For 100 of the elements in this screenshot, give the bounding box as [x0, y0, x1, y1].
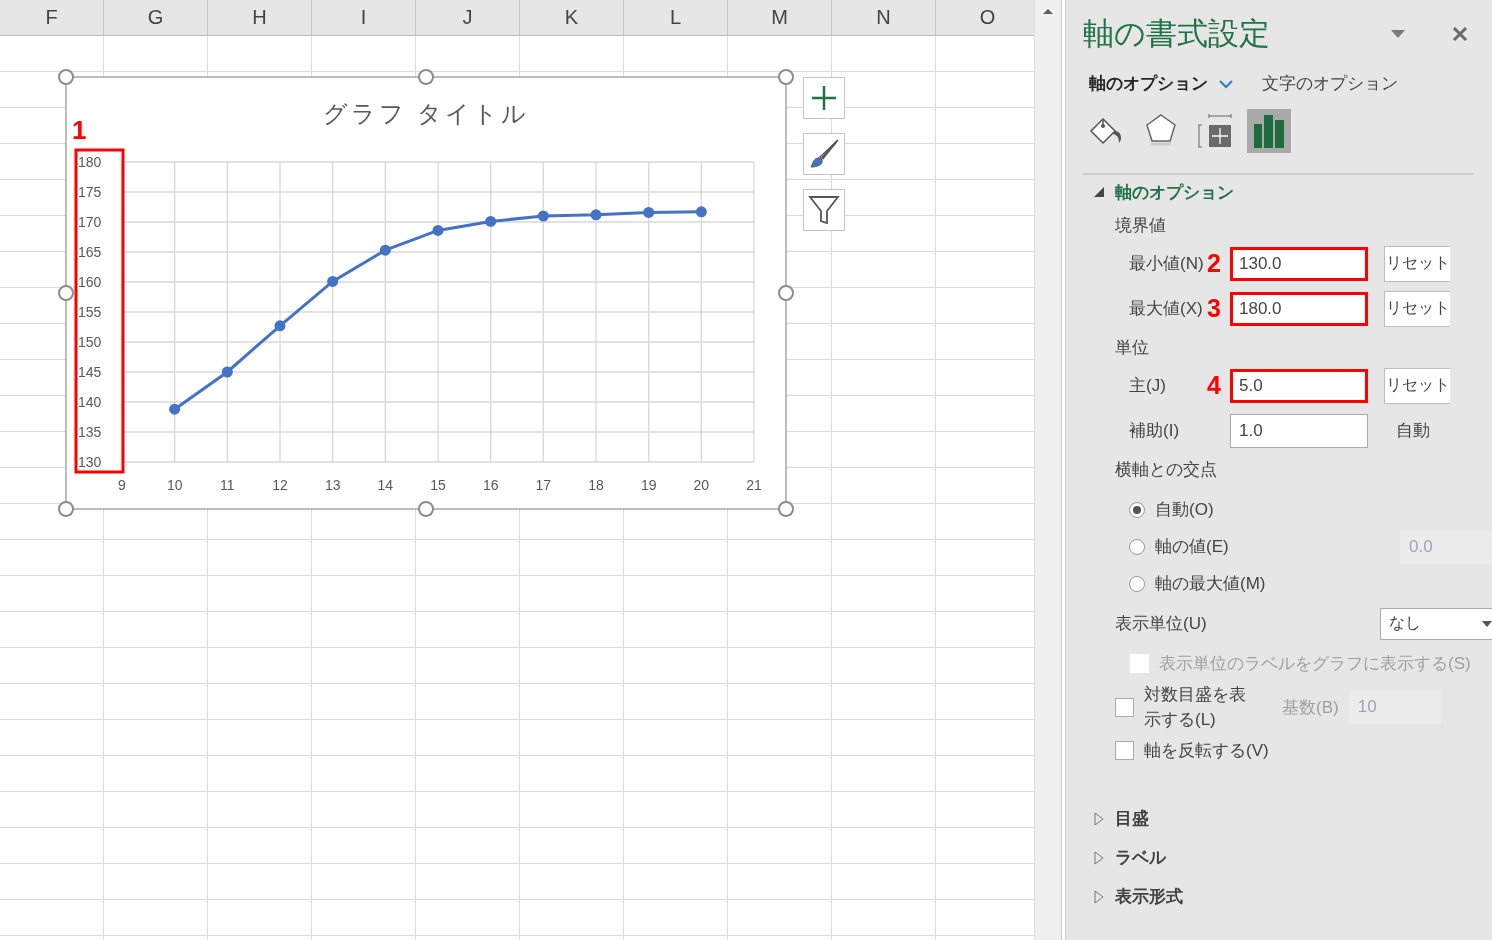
resize-handle[interactable]	[778, 501, 794, 517]
column-header[interactable]: K	[520, 0, 624, 35]
y-axis-label: 155	[78, 304, 102, 320]
column-header[interactable]: F	[0, 0, 104, 35]
pane-title: 軸の書式設定	[1083, 15, 1271, 53]
column-header[interactable]: G	[104, 0, 208, 35]
x-axis-label: 14	[377, 477, 394, 493]
resize-handle[interactable]	[58, 285, 74, 301]
scroll-up-icon[interactable]	[1041, 6, 1055, 16]
x-axis-label: 13	[324, 477, 341, 493]
y-axis-label: 180	[78, 154, 102, 170]
x-axis-label: 21	[746, 477, 762, 493]
radio-label[interactable]: 軸の最大値(M)	[1155, 572, 1492, 595]
display-unit-dropdown[interactable]: なし	[1380, 607, 1492, 640]
checkbox-label[interactable]: 対数目盛を表示する(L)	[1144, 682, 1256, 732]
annotation-number: 3	[1207, 294, 1221, 322]
options-tab[interactable]: 軸のオプション	[1089, 72, 1208, 95]
plus-icon	[810, 84, 838, 112]
y-axis-label: 175	[78, 184, 102, 200]
annotation-number: 1	[72, 115, 87, 145]
data-point	[643, 206, 655, 218]
x-axis-label: 20	[693, 477, 710, 493]
resize-handle[interactable]	[58, 69, 74, 85]
data-point	[221, 366, 233, 378]
column-header[interactable]: H	[208, 0, 312, 35]
y-axis-label: 145	[78, 364, 102, 380]
x-axis-label: 19	[640, 477, 657, 493]
y-axis-label: 130	[78, 454, 102, 470]
x-axis-label: 10	[166, 477, 183, 493]
number-field[interactable]: 180.0	[1230, 291, 1368, 326]
annotation-number: 4	[1207, 371, 1221, 399]
x-axis-label: 12	[272, 477, 288, 493]
collapsed-triangle-icon[interactable]	[1093, 850, 1105, 865]
column-header[interactable]: N	[832, 0, 936, 35]
x-axis-label: 11	[220, 477, 235, 493]
group-label: 単位	[1115, 337, 1150, 359]
checkbox[interactable]	[1115, 741, 1134, 760]
vertical-scrollbar[interactable]	[1034, 0, 1062, 940]
close-icon[interactable]	[1452, 26, 1468, 42]
resize-handle[interactable]	[58, 501, 74, 517]
size-properties-icon	[1198, 114, 1232, 148]
chevron-down-icon[interactable]	[1218, 78, 1234, 89]
reset-button[interactable]: リセット	[1384, 290, 1450, 327]
y-axis-label: 150	[78, 334, 102, 350]
dropdown-value: なし	[1389, 613, 1421, 633]
radio-button[interactable]	[1129, 501, 1145, 518]
number-field[interactable]: 5.0	[1230, 368, 1368, 403]
column-header[interactable]: L	[624, 0, 728, 35]
data-point	[379, 244, 391, 256]
radio-button[interactable]	[1129, 575, 1145, 592]
collapsed-triangle-icon[interactable]	[1093, 811, 1105, 826]
field-label: 主(J)	[1129, 375, 1167, 397]
data-point	[485, 215, 497, 227]
column-header[interactable]: J	[416, 0, 520, 35]
collapsed-triangle-icon[interactable]	[1093, 889, 1105, 904]
data-point	[274, 320, 286, 332]
chart-elements-button[interactable]	[803, 77, 845, 119]
chart-filters-button[interactable]	[803, 189, 845, 231]
checkbox[interactable]	[1115, 697, 1134, 717]
number-field[interactable]: 1.0	[1230, 413, 1368, 448]
checkbox-label[interactable]: 軸を反転する(V)	[1144, 739, 1269, 762]
field-label: 補助(I)	[1129, 420, 1181, 442]
expanded-triangle-icon[interactable]	[1093, 186, 1105, 198]
data-point	[695, 206, 707, 218]
auto-label: 自動	[1396, 420, 1430, 442]
section-title[interactable]: 軸のオプション	[1115, 180, 1234, 204]
options-tab[interactable]: 文字のオプション	[1262, 72, 1398, 95]
data-point	[432, 224, 444, 236]
section-title[interactable]: 目盛	[1115, 807, 1149, 830]
y-axis-label: 135	[78, 424, 102, 440]
chart[interactable]: グラフ タイトル 130 135 140 145 150 155 160 165 170 175 180 9 10 11 12 13 14 15 16 17 18 19 20 21 1	[56, 67, 796, 517]
field-label: 最小値(N)	[1129, 253, 1205, 275]
group-label: 横軸との交点	[1115, 459, 1218, 481]
bar-chart-icon	[1253, 114, 1285, 148]
group-label: 境界値	[1115, 215, 1167, 237]
radio-button[interactable]	[1129, 538, 1145, 555]
chart-styles-button[interactable]	[803, 133, 845, 175]
section-title[interactable]: 表示形式	[1115, 885, 1183, 908]
annotation-number: 2	[1207, 249, 1221, 277]
column-header[interactable]: M	[728, 0, 832, 35]
resize-handle[interactable]	[418, 69, 434, 85]
x-axis-label: 9	[118, 477, 126, 493]
resize-handle[interactable]	[418, 501, 434, 517]
dropdown-icon[interactable]	[1390, 29, 1406, 39]
x-axis-label: 17	[535, 477, 552, 493]
number-field[interactable]: 130.0	[1230, 246, 1368, 281]
resize-handle[interactable]	[778, 285, 794, 301]
column-header[interactable]: I	[312, 0, 416, 35]
filter-icon	[808, 194, 840, 226]
y-axis-label: 170	[78, 214, 102, 230]
y-axis-label: 140	[78, 394, 102, 410]
reset-button[interactable]: リセット	[1384, 367, 1450, 404]
radio-label[interactable]: 自動(O)	[1155, 498, 1492, 521]
data-point	[169, 403, 181, 415]
x-axis-label: 18	[588, 477, 604, 493]
reset-button[interactable]: リセット	[1384, 245, 1450, 282]
radio-label[interactable]: 軸の値(E)	[1155, 535, 1400, 558]
section-title[interactable]: ラベル	[1115, 846, 1166, 869]
field-label: 最大値(X)	[1129, 298, 1204, 320]
resize-handle[interactable]	[778, 69, 794, 85]
